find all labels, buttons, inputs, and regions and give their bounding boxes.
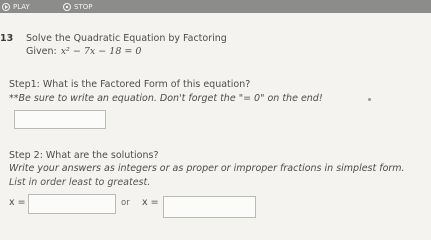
x-label-1: x = <box>9 197 26 208</box>
question-number: 13 <box>0 33 14 44</box>
given-label: Given: <box>26 46 57 57</box>
stop-icon <box>63 2 71 11</box>
play-button[interactable]: PLAY <box>2 1 30 12</box>
step1-note: **Be sure to write an equation. Don't fo… <box>9 93 323 104</box>
solution-input-1[interactable] <box>28 194 116 214</box>
play-icon <box>2 2 10 11</box>
solution-input-2[interactable] <box>163 196 256 218</box>
factored-form-input[interactable] <box>14 110 106 129</box>
stop-button[interactable]: STOP <box>63 1 92 12</box>
play-label: PLAY <box>13 2 30 11</box>
step2-instructions: Write your answers as integers or as pro… <box>9 163 405 174</box>
given-line: Given: x² − 7x − 18 = 0 <box>26 46 141 58</box>
step2-order-note: List in order least to greatest. <box>9 177 151 188</box>
question-title: Solve the Quadratic Equation by Factorin… <box>26 33 227 44</box>
given-equation: x² − 7x − 18 = 0 <box>60 46 142 57</box>
step2-prompt: Step 2: What are the solutions? <box>9 150 159 161</box>
stop-label: STOP <box>74 2 93 11</box>
x-label-2: x = <box>142 197 159 208</box>
audio-toolbar: PLAY STOP <box>0 0 431 13</box>
step1-prompt: Step1: What is the Factored Form of this… <box>9 79 251 90</box>
or-label: or <box>121 198 130 208</box>
decorative-dot <box>368 98 371 101</box>
